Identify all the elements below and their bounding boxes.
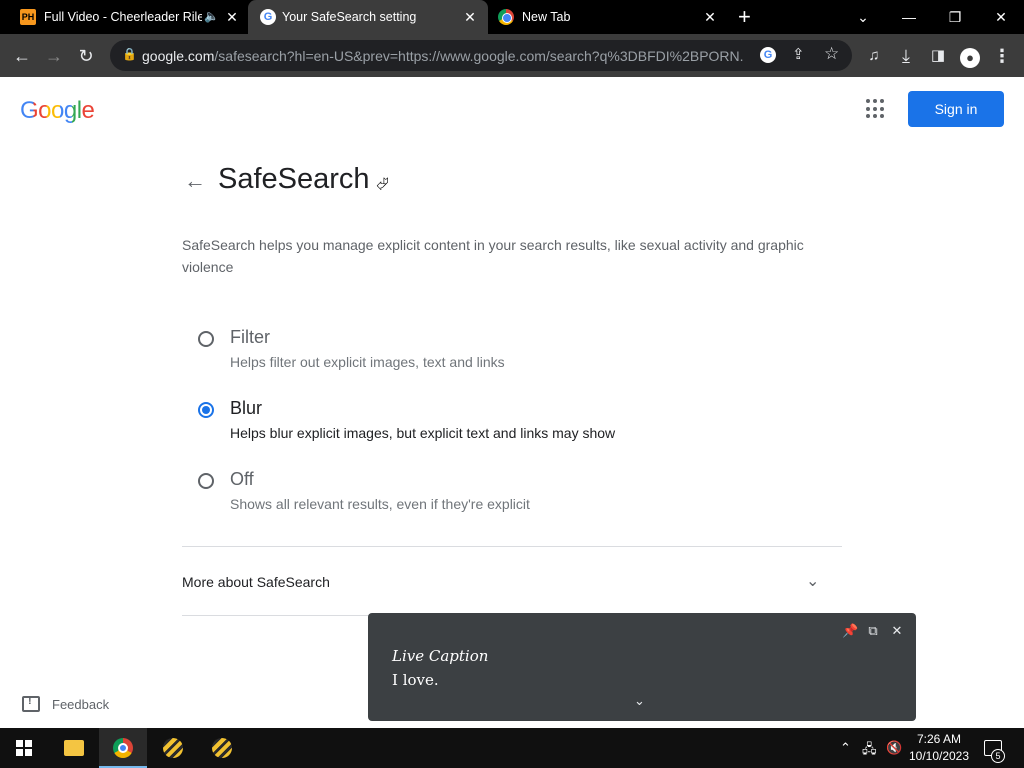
url-host: google.com bbox=[142, 48, 215, 64]
tab-safesearch[interactable]: G Your SafeSearch setting ✕ bbox=[248, 0, 488, 34]
expand-window-icon[interactable]: ⧉ bbox=[865, 623, 881, 639]
more-menu-icon[interactable]: ⋮ bbox=[990, 44, 1014, 68]
share-icon[interactable]: ⇪ bbox=[792, 45, 805, 63]
app-taskbar-button[interactable] bbox=[149, 728, 197, 768]
bee-app-icon bbox=[212, 738, 232, 758]
folder-icon bbox=[64, 740, 84, 756]
option-blur[interactable]: Blur Helps blur explicit images, but exp… bbox=[198, 396, 798, 446]
address-bar[interactable]: 🔒 google.com/safesearch?hl=en-US&prev=ht… bbox=[110, 40, 852, 71]
chevron-down-icon[interactable]: ⌄ bbox=[634, 693, 645, 709]
chrome-icon bbox=[113, 738, 133, 758]
close-caption-icon[interactable]: ✕ bbox=[889, 623, 905, 639]
download-icon[interactable]: ⤓ bbox=[894, 44, 918, 68]
profile-avatar-icon[interactable]: ● bbox=[958, 44, 982, 68]
google-favicon-icon: G bbox=[260, 9, 276, 25]
option-off[interactable]: Off Shows all relevant results, even if … bbox=[198, 467, 798, 517]
feedback-link[interactable]: Feedback bbox=[22, 694, 109, 714]
chevron-down-icon[interactable]: ⌄ bbox=[806, 571, 819, 591]
option-label: Filter bbox=[230, 327, 270, 347]
bookmark-star-icon[interactable]: ☆ bbox=[824, 44, 839, 64]
feedback-icon bbox=[22, 695, 40, 712]
tab-title: Full Video - Cheerleader Rile bbox=[44, 10, 202, 24]
option-label: Blur bbox=[230, 398, 263, 418]
option-label: Off bbox=[230, 469, 254, 489]
side-panel-icon[interactable]: ◨ bbox=[926, 44, 950, 68]
close-tab-icon[interactable]: ✕ bbox=[224, 9, 240, 25]
radio-blur[interactable] bbox=[198, 402, 214, 418]
radio-off[interactable] bbox=[198, 473, 214, 489]
live-caption-title: Live Caption bbox=[392, 647, 489, 665]
clock-time: 7:26 AM bbox=[916, 732, 962, 746]
pornhub-favicon-icon: PH bbox=[20, 9, 36, 25]
notification-count-badge: 5 bbox=[991, 749, 1005, 763]
url-text: google.com/safesearch?hl=en-US&prev=http… bbox=[142, 48, 744, 64]
close-window-button[interactable]: ✕ bbox=[990, 6, 1012, 28]
app-taskbar-button[interactable] bbox=[198, 728, 246, 768]
google-logo-text: Google bbox=[20, 97, 95, 124]
forward-button[interactable]: → bbox=[42, 44, 66, 68]
option-help: Helps filter out explicit images, text a… bbox=[230, 354, 505, 370]
live-caption-text: I love. bbox=[392, 671, 439, 689]
tab-full-video[interactable]: PH Full Video - Cheerleader Rile 🔈 ✕ bbox=[8, 0, 248, 34]
bee-app-icon bbox=[163, 738, 183, 758]
back-arrow-icon[interactable]: ← bbox=[184, 170, 206, 192]
pin-icon[interactable]: 📌 bbox=[842, 623, 858, 639]
url-path: /safesearch?hl=en-US&prev=https://www.go… bbox=[214, 48, 744, 64]
minimize-button[interactable]: — bbox=[898, 6, 920, 28]
option-filter[interactable]: Filter Helps filter out explicit images,… bbox=[198, 325, 798, 375]
google-logo[interactable]: Google bbox=[20, 97, 95, 125]
back-button[interactable]: ← bbox=[10, 44, 34, 68]
mouse-cursor-icon: ⮰ bbox=[376, 176, 389, 193]
page-title: SafeSearch bbox=[218, 163, 370, 195]
clock-date: 10/10/2023 bbox=[908, 749, 970, 763]
media-control-icon[interactable]: ♫ bbox=[862, 44, 886, 68]
restore-button[interactable]: ❐ bbox=[944, 6, 966, 28]
option-help: Helps blur explicit images, but explicit… bbox=[230, 425, 616, 441]
option-help: Shows all relevant results, even if they… bbox=[230, 496, 530, 512]
sign-in-button[interactable]: Sign in bbox=[908, 91, 1004, 127]
close-tab-icon[interactable]: ✕ bbox=[702, 9, 718, 25]
file-explorer-button[interactable] bbox=[50, 728, 98, 768]
tab-new-tab[interactable]: New Tab ✕ bbox=[488, 0, 728, 34]
close-tab-icon[interactable]: ✕ bbox=[462, 9, 478, 25]
network-icon[interactable]: 🖧 bbox=[862, 740, 877, 762]
windows-logo-icon bbox=[16, 740, 32, 756]
chrome-taskbar-button[interactable] bbox=[99, 728, 147, 768]
windows-taskbar: ⌃ 🖧 🔇 7:26 AM 10/10/2023 5 bbox=[0, 728, 1024, 768]
start-button[interactable] bbox=[0, 728, 48, 768]
google-apps-icon[interactable] bbox=[866, 99, 886, 119]
new-tab-button[interactable]: + bbox=[738, 4, 751, 30]
volume-muted-icon[interactable]: 🔇 bbox=[886, 740, 902, 756]
google-lens-icon[interactable]: G bbox=[760, 47, 776, 63]
more-about-safesearch[interactable]: More about SafeSearch bbox=[182, 574, 330, 590]
browser-tab-strip: PH Full Video - Cheerleader Rile 🔈 ✕ G Y… bbox=[0, 0, 1024, 34]
divider bbox=[182, 546, 842, 547]
browser-toolbar: ← → ↻ 🔒 google.com/safesearch?hl=en-US&p… bbox=[0, 34, 1024, 77]
tab-search-chevron-icon[interactable]: ⌄ bbox=[852, 6, 874, 28]
reload-button[interactable]: ↻ bbox=[74, 44, 98, 68]
chevron-up-icon[interactable]: ⌃ bbox=[840, 740, 851, 756]
feedback-label: Feedback bbox=[52, 696, 110, 712]
tab-title: Your SafeSearch setting bbox=[282, 10, 417, 24]
page-description: SafeSearch helps you manage explicit con… bbox=[182, 237, 804, 275]
lock-icon[interactable]: 🔒 bbox=[122, 47, 137, 61]
live-caption-bubble[interactable]: 📌 ⧉ ✕ Live Caption I love. ⌄ bbox=[368, 613, 916, 721]
speaker-icon[interactable]: 🔈 bbox=[204, 9, 219, 23]
tab-title: New Tab bbox=[522, 10, 571, 24]
system-clock[interactable]: 7:26 AM 10/10/2023 bbox=[906, 731, 972, 765]
chrome-favicon-icon bbox=[498, 9, 514, 25]
radio-filter[interactable] bbox=[198, 331, 214, 347]
